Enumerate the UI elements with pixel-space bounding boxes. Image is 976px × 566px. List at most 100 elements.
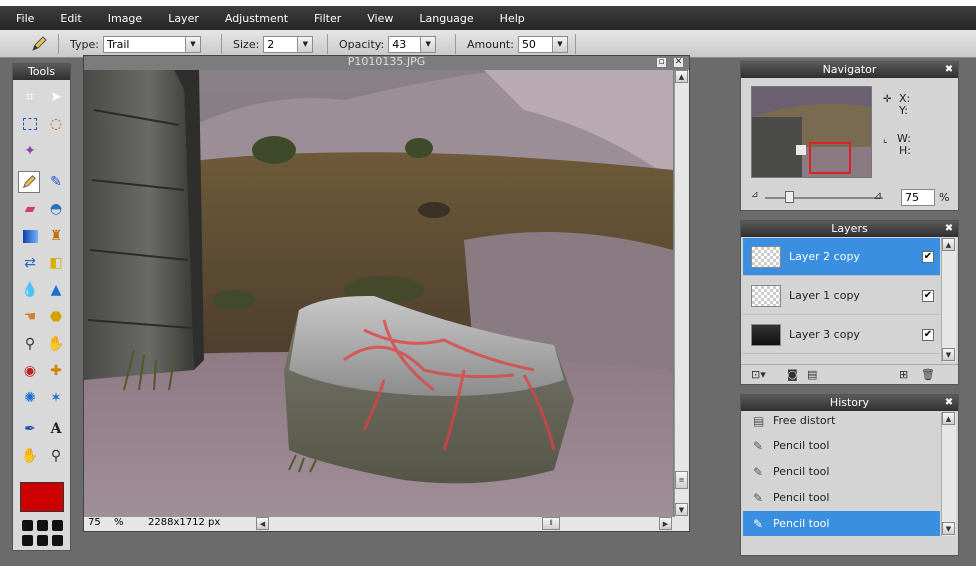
document-title: P1010135.JPG: [347, 55, 426, 68]
close-icon[interactable]: ✖: [944, 224, 954, 234]
vertical-scrollbar[interactable]: ▲ ≡ ▼: [674, 70, 689, 517]
zoom-slider-thumb[interactable]: [785, 191, 794, 203]
h-label: H:: [899, 144, 911, 157]
history-item[interactable]: ✎ Pencil tool: [743, 459, 940, 484]
sponge-tool-icon[interactable]: ⬣: [45, 306, 67, 328]
history-item[interactable]: ✎ Pencil tool: [743, 511, 940, 536]
replace-color-icon[interactable]: ⇄: [19, 252, 41, 274]
menu-layer[interactable]: Layer: [168, 12, 199, 25]
color-picker-icon[interactable]: ✒: [19, 418, 41, 440]
stamp-tool-icon[interactable]: ♜: [45, 225, 67, 247]
brush-tool-icon[interactable]: ✎: [45, 171, 67, 193]
preset-dot[interactable]: [52, 535, 63, 546]
preset-dot[interactable]: [22, 520, 33, 531]
layer-visibility-checkbox[interactable]: ✔: [922, 289, 934, 302]
pencil-tool-icon[interactable]: [18, 171, 40, 193]
image-dimensions: 2288x1712 px: [148, 517, 221, 528]
separator: [221, 34, 222, 54]
scroll-down-icon[interactable]: ▼: [675, 503, 688, 516]
separator: [575, 34, 576, 54]
blur-tool-icon[interactable]: 💧: [19, 279, 41, 301]
size-select[interactable]: 2 ▼: [263, 35, 314, 53]
chevron-down-icon[interactable]: ▼: [297, 36, 313, 52]
menu-adjustment[interactable]: Adjustment: [225, 12, 288, 25]
layer-mask-icon[interactable]: ◙: [787, 368, 798, 381]
scroll-down-icon[interactable]: ▼: [942, 522, 955, 535]
lasso-tool-icon[interactable]: ◌: [45, 113, 67, 135]
trash-icon[interactable]: 🗑: [921, 368, 935, 381]
navigator-thumbnail[interactable]: [751, 86, 872, 178]
type-tool-icon[interactable]: A: [45, 418, 67, 440]
preset-dot[interactable]: [37, 520, 48, 531]
move-tool-icon[interactable]: ➤: [45, 86, 67, 108]
foreground-color-swatch[interactable]: [20, 482, 64, 512]
zoom-slider-track[interactable]: [765, 197, 883, 199]
zoom-in-icon[interactable]: ⊿: [873, 189, 882, 202]
menu-help[interactable]: Help: [500, 12, 525, 25]
menu-language[interactable]: Language: [419, 12, 473, 25]
menu-view[interactable]: View: [367, 12, 393, 25]
chevron-down-icon[interactable]: ▼: [184, 36, 200, 52]
draw-shape-icon[interactable]: ◧: [45, 252, 67, 274]
zoom-tool-icon[interactable]: ⚲: [45, 445, 67, 467]
new-layer-icon[interactable]: ⊞: [899, 368, 908, 381]
menu-image[interactable]: Image: [108, 12, 142, 25]
close-icon[interactable]: ✕: [673, 57, 684, 68]
red-eye-tool-icon[interactable]: ◉: [19, 360, 41, 382]
sharpen-tool-icon[interactable]: ▲: [45, 279, 67, 301]
chevron-down-icon[interactable]: ▼: [420, 36, 436, 52]
history-item[interactable]: ✎ Pencil tool: [743, 485, 940, 510]
chevron-down-icon[interactable]: ▼: [551, 36, 567, 52]
scroll-up-icon[interactable]: ▲: [942, 238, 955, 251]
preset-dot[interactable]: [22, 535, 33, 546]
history-item[interactable]: ✎ Pencil tool: [743, 433, 940, 458]
type-select[interactable]: Trail ▼: [102, 35, 201, 53]
layer-row[interactable]: Layer 3 copy ✔: [743, 316, 940, 354]
layer-row[interactable]: Layer 1 copy ✔: [743, 277, 940, 315]
scroll-left-icon[interactable]: ◀: [256, 517, 269, 530]
burn-tool-icon[interactable]: ✋: [45, 333, 67, 355]
close-icon[interactable]: ✖: [944, 398, 954, 408]
amount-select[interactable]: 50 ▼: [517, 35, 568, 53]
history-scrollbar[interactable]: ▲ ▼: [941, 412, 956, 536]
navigator-zoom-input[interactable]: 75: [901, 189, 935, 206]
spot-heal-icon[interactable]: ✚: [45, 360, 67, 382]
close-icon[interactable]: ✖: [944, 65, 954, 75]
scroll-down-icon[interactable]: ▼: [942, 348, 955, 361]
maximize-icon[interactable]: ▫: [656, 57, 667, 68]
layer-styles-icon[interactable]: ▤: [807, 368, 817, 381]
layer-settings-icon[interactable]: ⊡▾: [751, 368, 766, 381]
scroll-right-icon[interactable]: ▶: [659, 517, 672, 530]
scroll-up-icon[interactable]: ▲: [942, 412, 955, 425]
image-canvas[interactable]: [84, 70, 673, 517]
eraser-tool-icon[interactable]: ▰: [19, 198, 41, 220]
smudge-tool-icon[interactable]: ☚: [19, 306, 41, 328]
menu-edit[interactable]: Edit: [60, 12, 81, 25]
pinch-tool-icon[interactable]: ✶: [45, 387, 67, 409]
hscroll-thumb[interactable]: ⦀: [542, 517, 560, 530]
hand-tool-icon[interactable]: ✋: [19, 445, 41, 467]
zoom-out-icon[interactable]: ⊿: [751, 190, 759, 200]
scroll-up-icon[interactable]: ▲: [675, 70, 688, 83]
history-item[interactable]: ▤ Free distort: [743, 408, 940, 433]
layer-visibility-checkbox[interactable]: ✔: [922, 328, 934, 341]
layers-scrollbar[interactable]: ▲ ▼: [941, 238, 956, 362]
opacity-select[interactable]: 43 ▼: [388, 35, 437, 53]
menu-bar: File Edit Image Layer Adjustment Filter …: [0, 6, 976, 30]
preset-dot[interactable]: [37, 535, 48, 546]
gradient-tool-icon[interactable]: [19, 225, 41, 247]
zoom-value[interactable]: 75: [88, 517, 101, 528]
layer-row[interactable]: Layer 2 copy ✔: [743, 238, 940, 276]
preset-dot[interactable]: [52, 520, 63, 531]
scroll-thumb[interactable]: ≡: [675, 471, 688, 489]
marquee-tool-icon[interactable]: [19, 113, 41, 135]
layer-visibility-checkbox[interactable]: ✔: [922, 250, 934, 263]
magic-wand-icon[interactable]: ✦: [19, 140, 41, 162]
bucket-tool-icon[interactable]: ◓: [45, 198, 67, 220]
menu-file[interactable]: File: [16, 12, 34, 25]
opacity-value: 43: [392, 37, 407, 51]
crop-tool-icon[interactable]: ⌗: [19, 86, 41, 108]
dodge-tool-icon[interactable]: ⚲: [19, 333, 41, 355]
menu-filter[interactable]: Filter: [314, 12, 341, 25]
bloat-tool-icon[interactable]: ✺: [19, 387, 41, 409]
